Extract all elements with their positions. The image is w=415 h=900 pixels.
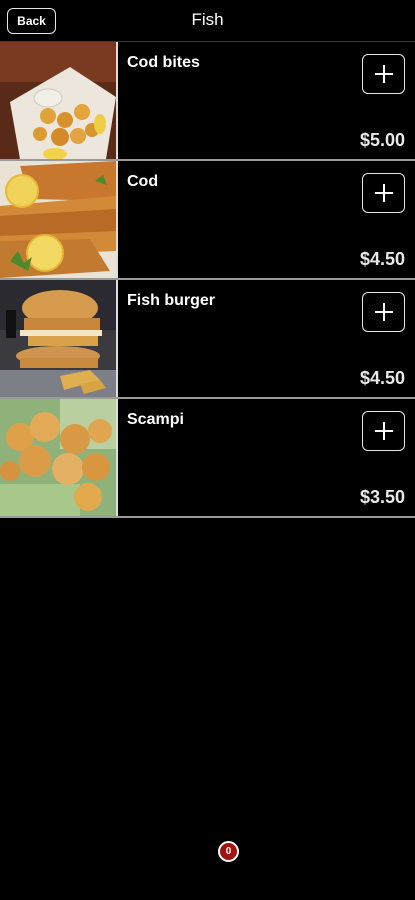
plus-icon bbox=[374, 303, 393, 321]
item-name: Cod bbox=[127, 173, 159, 190]
item-price: $4.50 bbox=[359, 368, 405, 388]
item-divider bbox=[116, 399, 118, 516]
add-to-cart-button[interactable] bbox=[362, 54, 405, 94]
item-divider bbox=[116, 280, 118, 397]
plus-icon bbox=[374, 65, 393, 83]
header-bar: Back Fish bbox=[0, 0, 415, 42]
list-item[interactable]: Scampi $3.50 bbox=[0, 399, 415, 518]
add-to-cart-button[interactable] bbox=[362, 411, 405, 451]
menu-list: Cod bites $5.00 Cod $4.50 Fish burger $4… bbox=[0, 42, 415, 518]
item-divider bbox=[116, 161, 118, 278]
add-to-cart-button[interactable] bbox=[362, 173, 405, 213]
list-item[interactable]: Fish burger $4.50 bbox=[0, 280, 415, 399]
item-divider bbox=[116, 42, 118, 159]
item-price: $4.50 bbox=[359, 249, 405, 269]
item-name: Scampi bbox=[127, 411, 184, 428]
cart-count-badge[interactable]: 0 bbox=[218, 841, 239, 862]
list-item[interactable]: Cod $4.50 bbox=[0, 161, 415, 280]
plus-icon bbox=[374, 184, 393, 202]
item-name: Fish burger bbox=[127, 292, 216, 309]
scampi-image bbox=[0, 399, 116, 516]
add-to-cart-button[interactable] bbox=[362, 292, 405, 332]
cod-image bbox=[0, 161, 116, 278]
page-title: Fish bbox=[191, 10, 224, 29]
item-price: $3.50 bbox=[359, 487, 405, 507]
item-price: $5.00 bbox=[359, 130, 405, 150]
list-item[interactable]: Cod bites $5.00 bbox=[0, 42, 415, 161]
plus-icon bbox=[374, 422, 393, 440]
item-name: Cod bites bbox=[127, 54, 200, 71]
cod-bites-image bbox=[0, 42, 116, 159]
fish-burger-image bbox=[0, 280, 116, 397]
